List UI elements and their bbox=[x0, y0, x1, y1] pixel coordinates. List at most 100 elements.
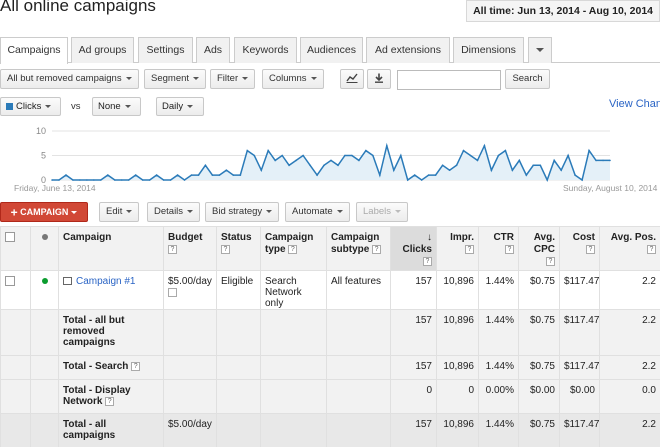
header-campaign-type[interactable]: Campaign type ? bbox=[260, 226, 327, 271]
graph-toggle-button[interactable] bbox=[340, 69, 364, 89]
tab-settings[interactable]: Settings bbox=[138, 37, 193, 63]
budget-graph-icon[interactable] bbox=[168, 287, 177, 297]
total-avg-cpc: $0.75 bbox=[518, 413, 560, 447]
more-tabs-button[interactable] bbox=[528, 37, 552, 63]
total-cost: $117.47 bbox=[559, 309, 600, 356]
help-icon[interactable]: ? bbox=[647, 244, 656, 254]
clicks-data-point bbox=[490, 169, 493, 171]
search-campaign-icon bbox=[63, 277, 72, 286]
add-campaign-button[interactable]: + CAMPAIGN bbox=[0, 202, 88, 222]
segment-dropdown[interactable]: Segment bbox=[144, 69, 207, 89]
help-icon[interactable]: ? bbox=[221, 244, 230, 254]
header-campaign[interactable]: Campaign bbox=[58, 226, 164, 271]
header-ctr[interactable]: CTR ? bbox=[478, 226, 519, 271]
header-clicks[interactable]: ↓ Clicks? bbox=[390, 226, 437, 271]
header-campaign-subtype[interactable]: Campaign subtype ? bbox=[326, 226, 391, 271]
tab-dimensions[interactable]: Dimensions bbox=[453, 37, 524, 63]
header-cost[interactable]: Cost ? bbox=[559, 226, 600, 271]
row-checkbox[interactable] bbox=[5, 276, 15, 286]
metric1-dropdown[interactable]: Clicks bbox=[0, 97, 61, 116]
select-all-cell[interactable] bbox=[0, 226, 31, 271]
avg-pos-cell: 2.2 bbox=[599, 270, 660, 310]
help-icon[interactable]: ? bbox=[465, 244, 474, 254]
total-avg-pos: 2.2 bbox=[599, 355, 660, 380]
search-button[interactable]: Search bbox=[505, 69, 550, 89]
filter-dropdown[interactable]: Filter bbox=[210, 69, 256, 89]
clicks-data-point bbox=[330, 159, 332, 162]
header-impr[interactable]: Impr. ? bbox=[436, 226, 479, 271]
clicks-data-point bbox=[344, 154, 346, 157]
date-range-picker[interactable]: All time: Jun 13, 2014 - Aug 10, 2014 bbox=[466, 0, 660, 22]
clicks-data-point bbox=[183, 179, 186, 181]
enabled-status-icon[interactable] bbox=[41, 278, 48, 284]
clicks-data-point bbox=[427, 174, 430, 176]
total-avg-pos: 2.2 bbox=[599, 413, 660, 447]
view-change-link[interactable]: View Change bbox=[609, 98, 660, 110]
help-icon[interactable]: ? bbox=[372, 244, 382, 254]
clicks-data-point bbox=[295, 159, 297, 162]
help-icon[interactable]: ? bbox=[505, 244, 514, 254]
clicks-data-point bbox=[253, 154, 256, 157]
clicks-data-point bbox=[511, 169, 514, 171]
clicks-chart: 1050 bbox=[36, 126, 611, 185]
tab-ad-extensions[interactable]: Ad extensions bbox=[366, 37, 450, 63]
status-dot-icon bbox=[41, 234, 48, 240]
help-icon[interactable]: ? bbox=[288, 244, 298, 254]
total-budget bbox=[163, 355, 217, 380]
total-row: Total - Display Network ? 0 0 0.00% $0.0… bbox=[0, 379, 660, 414]
campaign-scope-dropdown[interactable]: All but removed campaigns bbox=[0, 69, 139, 89]
clicks-data-point bbox=[86, 179, 88, 181]
help-icon[interactable]: ? bbox=[131, 361, 141, 371]
details-dropdown[interactable]: Details bbox=[147, 202, 201, 222]
total-ctr: 0.00% bbox=[478, 379, 519, 414]
search-input[interactable] bbox=[397, 70, 501, 90]
tab-keywords[interactable]: Keywords bbox=[234, 37, 297, 63]
granularity-dropdown[interactable]: Daily bbox=[156, 97, 204, 116]
clicks-data-point bbox=[260, 169, 263, 171]
bid-strategy-dropdown[interactable]: Bid strategy bbox=[205, 202, 280, 222]
columns-dropdown[interactable]: Columns bbox=[262, 69, 324, 89]
status-dot-header bbox=[30, 226, 59, 271]
help-icon[interactable]: ? bbox=[168, 244, 177, 254]
budget-cell: $5.00/day bbox=[163, 270, 217, 310]
campaign-link[interactable]: Campaign #1 bbox=[76, 276, 135, 287]
total-ctr: 1.44% bbox=[478, 309, 519, 356]
chevron-down-icon bbox=[124, 104, 131, 108]
clicks-data-point bbox=[323, 164, 325, 167]
row-select-cell[interactable] bbox=[0, 270, 31, 310]
tab-campaigns[interactable]: Campaigns bbox=[0, 37, 68, 64]
clicks-data-point bbox=[309, 164, 311, 167]
header-avg-cpc[interactable]: Avg. CPC ? bbox=[518, 226, 560, 271]
cost-cell: $117.47 bbox=[559, 270, 600, 310]
tab-ad-groups[interactable]: Ad groups bbox=[71, 37, 134, 63]
clicks-data-point bbox=[274, 159, 277, 162]
clicks-data-point bbox=[386, 144, 388, 147]
select-all-checkbox[interactable] bbox=[5, 232, 15, 242]
clicks-data-point bbox=[51, 179, 53, 181]
help-icon[interactable]: ? bbox=[423, 256, 432, 266]
line-chart-icon bbox=[346, 74, 358, 84]
total-impr: 10,896 bbox=[436, 309, 479, 356]
chevron-down-icon bbox=[336, 209, 343, 213]
header-status[interactable]: Status ? bbox=[216, 226, 261, 271]
edit-dropdown[interactable]: Edit bbox=[99, 202, 140, 222]
help-icon[interactable]: ? bbox=[105, 396, 115, 406]
clicks-data-point bbox=[574, 174, 576, 176]
labels-dropdown[interactable]: Labels bbox=[356, 202, 408, 222]
metric2-dropdown[interactable]: None bbox=[92, 97, 141, 116]
tab-audiences[interactable]: Audiences bbox=[300, 37, 363, 63]
clicks-data-point bbox=[113, 179, 116, 181]
help-icon[interactable]: ? bbox=[586, 244, 595, 254]
header-budget[interactable]: Budget ? bbox=[163, 226, 217, 271]
chevron-down-icon bbox=[193, 76, 200, 80]
chart-end-date: Sunday, August 10, 2014 bbox=[563, 183, 658, 193]
header-avg-pos[interactable]: Avg. Pos. ? bbox=[599, 226, 660, 271]
clicks-data-point bbox=[288, 164, 290, 167]
y-tick-label: 10 bbox=[36, 126, 46, 136]
download-button[interactable] bbox=[367, 69, 391, 89]
tab-ads[interactable]: Ads bbox=[196, 37, 230, 63]
automate-dropdown[interactable]: Automate bbox=[285, 202, 350, 222]
total-ctr: 1.44% bbox=[478, 355, 519, 380]
help-icon[interactable]: ? bbox=[546, 256, 555, 266]
clicks-data-point bbox=[560, 169, 562, 171]
